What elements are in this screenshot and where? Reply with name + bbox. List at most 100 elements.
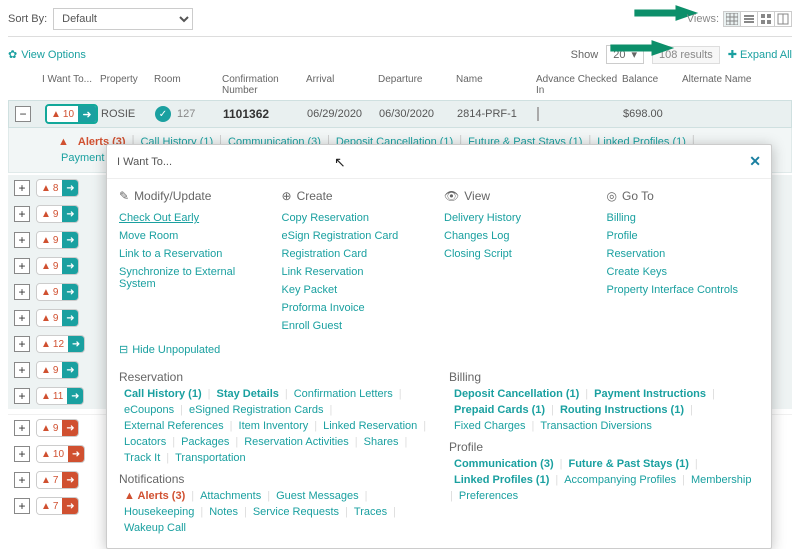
expand-button[interactable]: +: [14, 180, 30, 196]
tag-link[interactable]: Attachments: [195, 488, 266, 504]
tag-link[interactable]: eSigned Registration Cards: [184, 402, 329, 418]
tag-link[interactable]: Shares: [359, 434, 404, 450]
col-advance: Advance Checked In: [536, 74, 622, 96]
tag-link[interactable]: Payment Instructions: [589, 386, 711, 402]
tag-link[interactable]: Membership: [686, 472, 757, 488]
tag-link[interactable]: Confirmation Letters: [289, 386, 398, 402]
tag-link[interactable]: Wakeup Call: [119, 520, 191, 536]
tag-link[interactable]: Stay Details: [212, 386, 284, 402]
advance-checkbox[interactable]: [537, 107, 539, 121]
action-link[interactable]: Copy Reservation: [282, 209, 435, 227]
tag-link[interactable]: External References: [119, 418, 229, 434]
tag-link[interactable]: Transaction Diversions: [535, 418, 656, 434]
action-link[interactable]: Property Interface Controls: [607, 281, 760, 299]
tag-link[interactable]: Fixed Charges: [449, 418, 531, 434]
popup-title: I Want To...: [117, 156, 172, 168]
tag-link[interactable]: Linked Reservation: [318, 418, 422, 434]
expand-all-button[interactable]: ✚Expand All: [728, 48, 792, 61]
expand-button[interactable]: +: [14, 284, 30, 300]
action-link[interactable]: Profile: [607, 227, 760, 245]
iwantto-pill[interactable]: ▲12➜: [36, 335, 85, 353]
iwantto-pill[interactable]: ▲9➜: [36, 309, 79, 327]
tag-link[interactable]: Communication (3): [449, 456, 559, 472]
action-link[interactable]: Check Out Early: [119, 209, 272, 227]
tag-link[interactable]: Routing Instructions (1): [555, 402, 689, 418]
tag-link[interactable]: Housekeeping: [119, 504, 199, 520]
expand-button[interactable]: +: [14, 388, 30, 404]
sortby-label: Sort By:: [8, 13, 47, 25]
tag-link[interactable]: Preferences: [454, 488, 523, 504]
action-link[interactable]: Reservation: [607, 245, 760, 263]
tag-link[interactable]: Accompanying Profiles: [559, 472, 681, 488]
action-link[interactable]: Changes Log: [444, 227, 597, 245]
col-property: Property: [100, 74, 154, 96]
expand-button[interactable]: +: [14, 232, 30, 248]
expand-button[interactable]: +: [14, 446, 30, 462]
tag-link[interactable]: Linked Profiles (1): [449, 472, 554, 488]
table-row[interactable]: − ▲10 ➜ ROSIE ✓127 1101362 06/29/2020 06…: [8, 100, 792, 128]
tag-link[interactable]: eCoupons: [119, 402, 179, 418]
action-link[interactable]: Link to a Reservation: [119, 245, 272, 263]
expand-button[interactable]: +: [14, 362, 30, 378]
iwantto-pill[interactable]: ▲11➜: [36, 387, 84, 405]
tag-link[interactable]: Track It: [119, 450, 165, 466]
action-link[interactable]: eSign Registration Card: [282, 227, 435, 245]
iwantto-pill[interactable]: ▲9➜: [36, 361, 79, 379]
iwantto-pill[interactable]: ▲10 ➜: [45, 104, 98, 124]
tag-link[interactable]: Service Requests: [248, 504, 344, 520]
minus-box-icon: ⊟: [119, 343, 128, 356]
tag-link[interactable]: ▲ Alerts (3): [119, 488, 190, 504]
action-link[interactable]: Delivery History: [444, 209, 597, 227]
view-card-icon[interactable]: [757, 11, 775, 27]
warning-icon: ▲: [41, 423, 51, 434]
view-options-link[interactable]: ✿ View Options: [8, 48, 86, 61]
tag-link[interactable]: Deposit Cancellation (1): [449, 386, 584, 402]
iwantto-pill[interactable]: ▲7➜: [36, 471, 79, 489]
tag-link[interactable]: Future & Past Stays (1): [563, 456, 693, 472]
expand-button[interactable]: +: [14, 498, 30, 514]
tag-link[interactable]: Reservation Activities: [239, 434, 354, 450]
tag-link[interactable]: Transportation: [170, 450, 251, 466]
action-link[interactable]: Registration Card: [282, 245, 435, 263]
sortby-select[interactable]: Default: [53, 8, 193, 30]
warning-icon: ▲: [51, 109, 61, 120]
expand-button[interactable]: +: [14, 258, 30, 274]
collapse-button[interactable]: −: [15, 106, 31, 122]
action-link[interactable]: Proforma Invoice: [282, 299, 435, 317]
action-link[interactable]: Billing: [607, 209, 760, 227]
expand-button[interactable]: +: [14, 336, 30, 352]
tag-link[interactable]: Prepaid Cards (1): [449, 402, 550, 418]
iwantto-pill[interactable]: ▲9➜: [36, 419, 79, 437]
action-link[interactable]: Move Room: [119, 227, 272, 245]
view-split-icon[interactable]: [774, 11, 792, 27]
expand-button[interactable]: +: [14, 206, 30, 222]
iwantto-pill[interactable]: ▲8➜: [36, 179, 79, 197]
action-link[interactable]: Synchronize to External System: [119, 263, 272, 293]
hide-unpopulated-link[interactable]: ⊟Hide Unpopulated: [119, 343, 759, 356]
iwantto-pill[interactable]: ▲9➜: [36, 283, 79, 301]
action-link[interactable]: Create Keys: [607, 263, 760, 281]
action-link[interactable]: Link Reservation: [282, 263, 435, 281]
expand-button[interactable]: +: [14, 420, 30, 436]
arrow-right-icon: ➜: [62, 472, 78, 488]
action-link[interactable]: Enroll Guest: [282, 317, 435, 335]
close-icon[interactable]: ✕: [749, 153, 761, 170]
tag-link[interactable]: Traces: [349, 504, 392, 520]
tag-link[interactable]: Locators: [119, 434, 171, 450]
view-list-icon[interactable]: [740, 11, 758, 27]
expand-button[interactable]: +: [14, 472, 30, 488]
expand-button[interactable]: +: [14, 310, 30, 326]
action-link[interactable]: Closing Script: [444, 245, 597, 263]
tag-link[interactable]: Packages: [176, 434, 234, 450]
tag-link[interactable]: Item Inventory: [234, 418, 314, 434]
iwantto-pill[interactable]: ▲10➜: [36, 445, 85, 463]
view-table-icon[interactable]: [723, 11, 741, 27]
tag-link[interactable]: Call History (1): [119, 386, 207, 402]
action-link[interactable]: Key Packet: [282, 281, 435, 299]
iwantto-pill[interactable]: ▲9➜: [36, 257, 79, 275]
iwantto-pill[interactable]: ▲9➜: [36, 231, 79, 249]
iwantto-pill[interactable]: ▲9➜: [36, 205, 79, 223]
tag-link[interactable]: Notes: [204, 504, 243, 520]
tag-link[interactable]: Guest Messages: [271, 488, 364, 504]
iwantto-pill[interactable]: ▲7➜: [36, 497, 79, 515]
